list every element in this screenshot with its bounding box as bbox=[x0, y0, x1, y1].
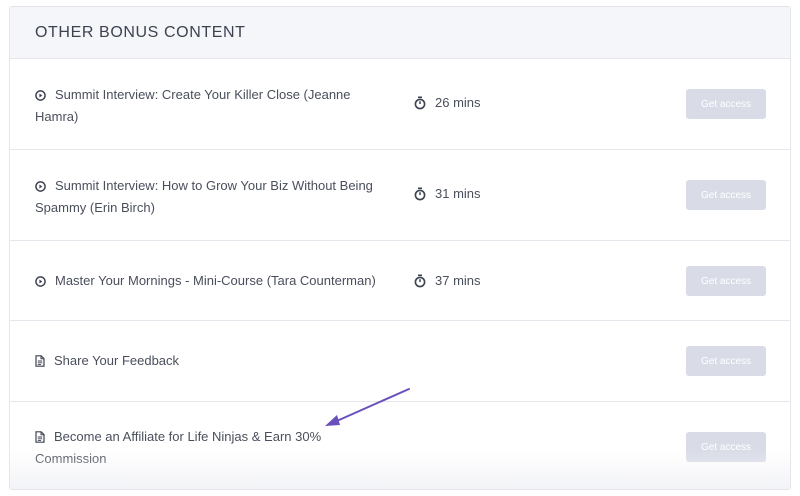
item-title[interactable]: Summit Interview: How to Grow Your Biz W… bbox=[35, 176, 390, 218]
duration-text: 26 mins bbox=[435, 95, 481, 110]
item-title[interactable]: Master Your Mornings - Mini-Course (Tara… bbox=[35, 271, 390, 293]
duration: 37 mins bbox=[414, 273, 481, 288]
item-title[interactable]: Summit Interview: Create Your Killer Clo… bbox=[35, 85, 390, 127]
get-access-button[interactable]: Get access bbox=[686, 89, 766, 119]
document-icon bbox=[35, 353, 45, 373]
get-access-button[interactable]: Get access bbox=[686, 180, 766, 210]
stopwatch-icon bbox=[414, 274, 426, 287]
item-title-text: Become an Affiliate for Life Ninjas & Ea… bbox=[35, 429, 322, 466]
item-title-text: Share Your Feedback bbox=[54, 353, 180, 368]
stopwatch-icon bbox=[414, 96, 426, 109]
item-title-text: Summit Interview: Create Your Killer Clo… bbox=[35, 87, 351, 124]
duration-text: 37 mins bbox=[435, 273, 481, 288]
section-title: OTHER BONUS CONTENT bbox=[35, 23, 246, 41]
annotation-arrow-icon bbox=[325, 388, 410, 426]
list-item: Master Your Mornings - Mini-Course (Tara… bbox=[10, 241, 790, 321]
play-circle-icon bbox=[35, 273, 46, 293]
document-icon bbox=[35, 429, 45, 449]
panel-header: OTHER BONUS CONTENT bbox=[10, 7, 790, 59]
duration-text: 31 mins bbox=[435, 186, 481, 201]
list-item: Summit Interview: How to Grow Your Biz W… bbox=[10, 150, 790, 241]
duration: 31 mins bbox=[414, 186, 481, 201]
get-access-button[interactable]: Get access bbox=[686, 266, 766, 296]
item-title-text: Master Your Mornings - Mini-Course (Tara… bbox=[55, 273, 376, 288]
get-access-button[interactable]: Get access bbox=[686, 432, 766, 462]
duration: 26 mins bbox=[414, 95, 481, 110]
play-circle-icon bbox=[35, 178, 46, 198]
get-access-button[interactable]: Get access bbox=[686, 346, 766, 376]
stopwatch-icon bbox=[414, 187, 426, 200]
play-circle-icon bbox=[35, 87, 46, 107]
list-item: Summit Interview: Create Your Killer Clo… bbox=[10, 59, 790, 150]
item-title[interactable]: Become an Affiliate for Life Ninjas & Ea… bbox=[35, 427, 390, 469]
item-title-text: Summit Interview: How to Grow Your Biz W… bbox=[35, 178, 373, 215]
item-title[interactable]: Share Your Feedback bbox=[35, 351, 390, 373]
